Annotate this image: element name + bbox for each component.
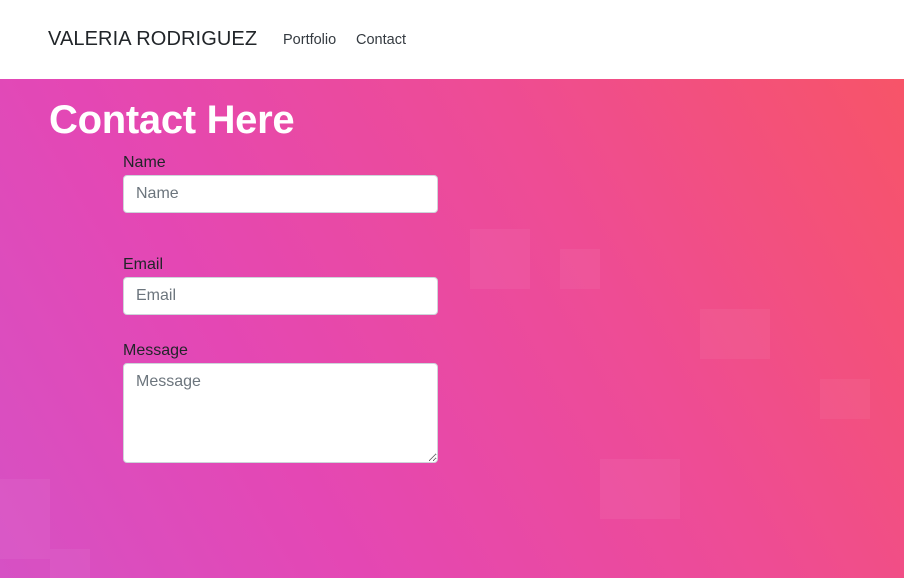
background-tile bbox=[820, 379, 870, 419]
name-input[interactable] bbox=[123, 175, 438, 213]
navbar: VALERIA RODRIGUEZ Portfolio Contact bbox=[0, 0, 904, 79]
nav-link-contact[interactable]: Contact bbox=[356, 32, 406, 48]
message-label: Message bbox=[123, 342, 188, 359]
nav-link-portfolio[interactable]: Portfolio bbox=[283, 32, 336, 48]
background-tile bbox=[50, 549, 90, 578]
message-textarea[interactable] bbox=[123, 363, 438, 463]
name-label: Name bbox=[123, 154, 166, 171]
background-tile bbox=[470, 229, 530, 289]
email-input[interactable] bbox=[123, 277, 438, 315]
page-title: Contact Here bbox=[49, 98, 295, 142]
background-tile bbox=[560, 249, 600, 289]
background-tile bbox=[0, 479, 50, 559]
background-tile bbox=[600, 459, 680, 519]
background-tile bbox=[700, 309, 770, 359]
contact-section: Contact Here Name Email Message bbox=[0, 79, 904, 578]
brand-link[interactable]: VALERIA RODRIGUEZ bbox=[48, 28, 257, 51]
email-label: Email bbox=[123, 256, 164, 273]
